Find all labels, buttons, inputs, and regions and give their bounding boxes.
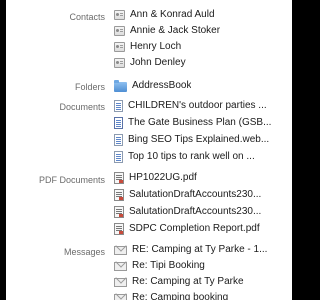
result-label: Top 10 tips to rank well on ... <box>128 151 255 162</box>
contact-card-icon <box>114 58 125 68</box>
result-item-folder[interactable]: AddressBook <box>114 78 292 94</box>
result-label: SalutationDraftAccounts230... <box>129 189 262 200</box>
result-label: John Denley <box>130 57 186 68</box>
result-item-contact[interactable]: Henry Loch <box>114 39 292 55</box>
result-label: Ann & Konrad Auld <box>130 9 215 20</box>
result-item-document[interactable]: The Gate Business Plan (GSB... <box>114 115 292 131</box>
document-icon <box>114 151 123 163</box>
result-label: AddressBook <box>132 80 192 91</box>
section-label-pdf-documents: PDF Documents <box>38 175 105 185</box>
pdf-icon <box>114 172 124 184</box>
pdf-icon <box>114 223 124 235</box>
pdf-icon <box>114 189 124 201</box>
section-label-contacts: Contacts <box>69 12 105 22</box>
result-item-message[interactable]: RE: Camping at Ty Parke - 1... <box>114 242 292 258</box>
result-label: Annie & Jack Stoker <box>130 25 221 36</box>
result-item-contact[interactable]: John Denley <box>114 55 292 71</box>
result-label: Re: Camping booking <box>132 292 229 300</box>
spotlight-results-panel: Contacts Ann & Konrad Auld Annie & Jack … <box>6 0 292 300</box>
mail-icon <box>114 245 127 255</box>
result-item-message[interactable]: Re: Camping at Ty Parke <box>114 274 292 290</box>
result-item-pdf[interactable]: SDPC Completion Report.pdf <box>114 221 292 237</box>
section-label-messages: Messages <box>63 247 105 257</box>
result-label: CHILDREN's outdoor parties ... <box>128 100 267 111</box>
result-item-document[interactable]: Top 10 tips to rank well on ... <box>114 149 292 165</box>
mail-icon <box>114 261 127 271</box>
result-label: Bing SEO Tips Explained.web... <box>128 134 270 145</box>
mail-icon <box>114 277 127 287</box>
pdf-icon <box>114 206 124 218</box>
mail-icon <box>114 293 127 300</box>
result-label: SDPC Completion Report.pdf <box>129 223 260 234</box>
contact-card-icon <box>114 42 125 52</box>
result-item-contact[interactable]: Annie & Jack Stoker <box>114 23 292 39</box>
document-icon <box>114 100 123 112</box>
result-label: Henry Loch <box>130 41 182 52</box>
result-item-pdf[interactable]: SalutationDraftAccounts230... <box>114 187 292 203</box>
result-label: RE: Camping at Ty Parke - 1... <box>132 244 268 255</box>
result-label: HP1022UG.pdf <box>129 172 197 183</box>
result-item-message[interactable]: Re: Camping booking <box>114 290 292 300</box>
result-label: SalutationDraftAccounts230... <box>129 206 262 217</box>
document-icon <box>114 117 123 129</box>
result-item-pdf[interactable]: HP1022UG.pdf <box>114 170 292 186</box>
result-item-message[interactable]: Re: Tipi Booking <box>114 258 292 274</box>
result-label: Re: Tipi Booking <box>132 260 205 271</box>
section-label-folders: Folders <box>74 82 105 92</box>
contact-card-icon <box>114 10 125 20</box>
result-item-document[interactable]: Bing SEO Tips Explained.web... <box>114 132 292 148</box>
result-item-document[interactable]: CHILDREN's outdoor parties ... <box>114 98 292 114</box>
result-label: The Gate Business Plan (GSB... <box>128 117 272 128</box>
document-icon <box>114 134 123 146</box>
result-item-pdf[interactable]: SalutationDraftAccounts230... <box>114 204 292 220</box>
result-label: Re: Camping at Ty Parke <box>132 276 244 287</box>
section-label-documents: Documents <box>59 102 105 112</box>
result-item-contact[interactable]: Ann & Konrad Auld <box>114 7 292 23</box>
contact-card-icon <box>114 26 125 36</box>
folder-icon <box>114 80 127 92</box>
